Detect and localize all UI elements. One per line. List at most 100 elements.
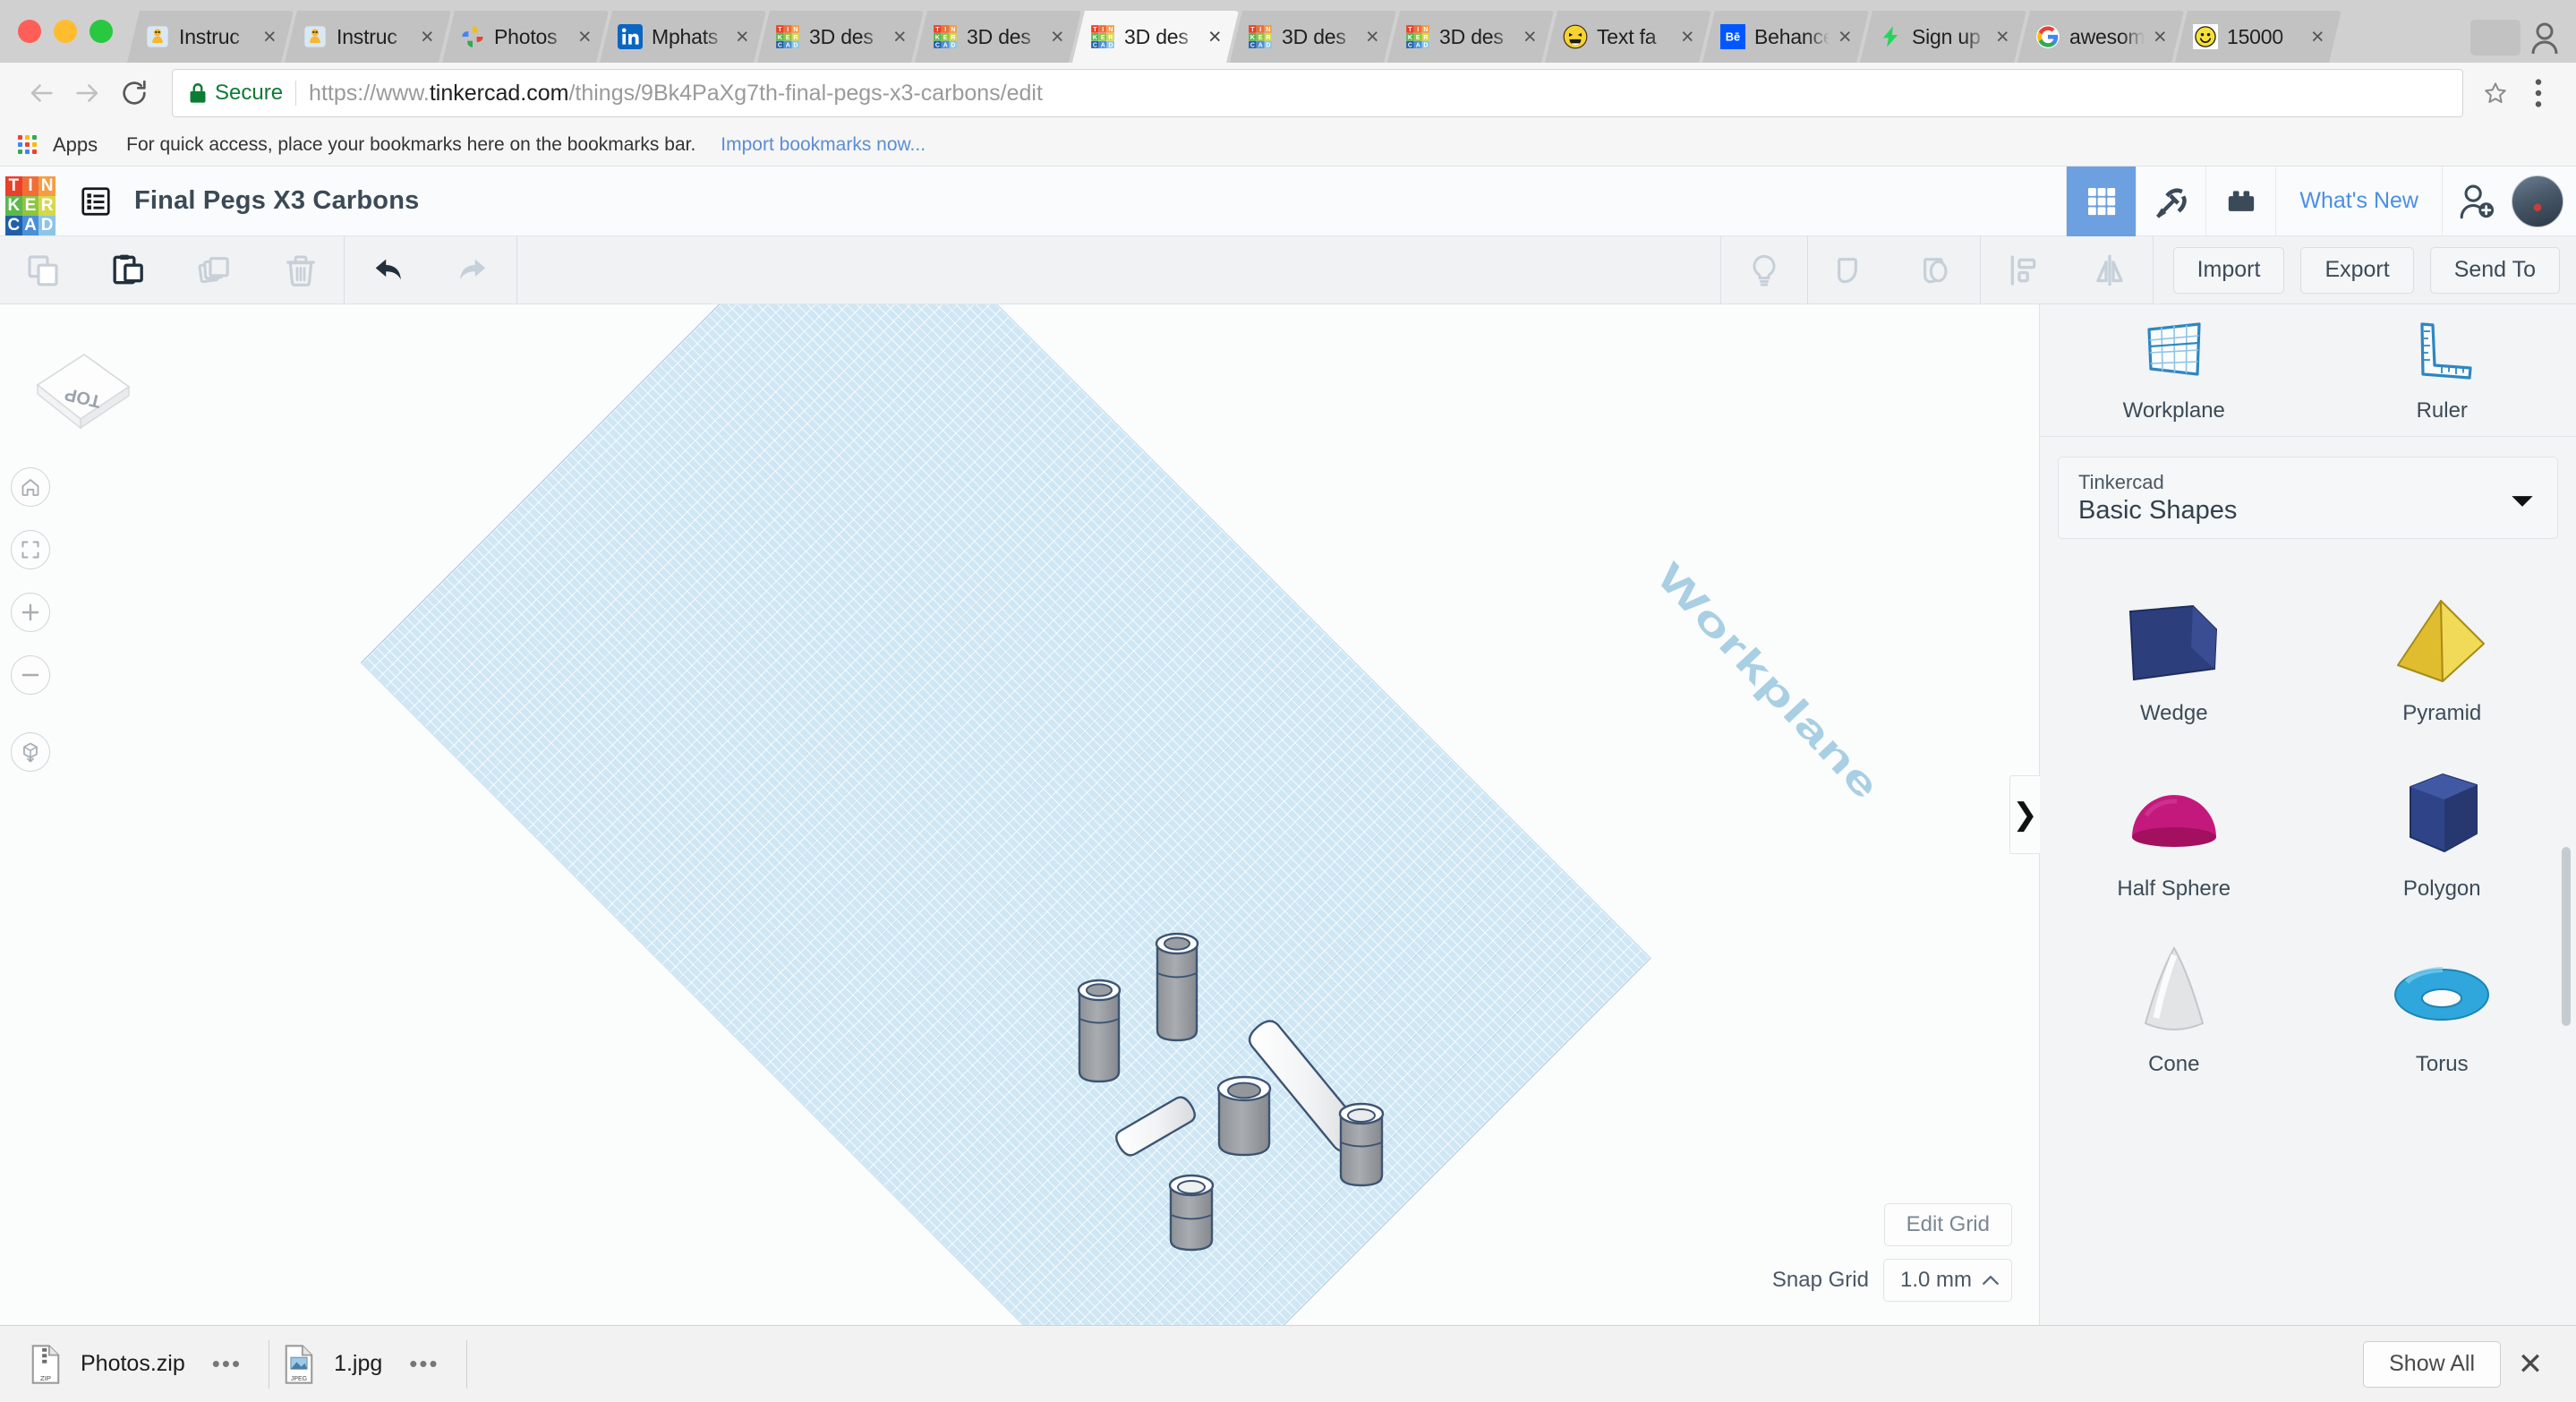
blocks-grid-icon[interactable] [2066,167,2136,236]
export-button[interactable]: Export [2300,247,2413,294]
browser-tab[interactable]: Text fa× [1545,11,1711,63]
download-item[interactable]: ZIP Photos.zip ••• [16,1326,269,1402]
browser-tab[interactable]: BēBehance× [1702,11,1869,63]
close-tab-button[interactable]: × [893,26,911,48]
browser-tab[interactable]: TINKERCAD3D des× [1387,11,1554,63]
browser-tab[interactable]: Instruc× [127,11,294,63]
sidebar-tool-workplane[interactable]: Workplane [2040,304,2308,436]
group-icon[interactable] [1808,236,1894,304]
download-menu-button-2[interactable]: ••• [382,1350,465,1378]
peg-back-right[interactable] [1156,934,1198,1040]
new-tab-button[interactable] [2470,20,2521,56]
apps-grid-icon[interactable] [18,135,37,154]
browser-tab[interactable]: Sign up× [1860,11,2026,63]
chevron-down-icon[interactable] [2511,494,2534,513]
browser-tab[interactable]: TINKERCAD3D des× [1072,11,1239,63]
browser-tab[interactable]: TINKERCAD3D des× [915,11,1081,63]
browser-tab[interactable]: Mphats× [600,11,766,63]
redo-icon[interactable] [431,236,516,304]
bookmark-star-icon[interactable] [2472,70,2519,116]
peg-center[interactable] [1218,1077,1270,1155]
import-button[interactable]: Import [2173,247,2285,294]
copy-icon[interactable] [0,236,86,304]
maximize-window-button[interactable] [90,20,113,43]
sidebar-scrollbar[interactable] [2562,847,2571,1026]
close-tab-button[interactable]: × [1208,26,1226,48]
shape-item-polygon[interactable]: Polygon [2308,743,2576,919]
page-title[interactable]: Final Pegs X3 Carbons [134,186,419,216]
3d-model-pegs[interactable] [1065,891,1441,1276]
shape-item-torus[interactable]: Torus [2308,919,2576,1094]
close-downloads-bar-button[interactable]: ✕ [2501,1346,2560,1382]
project-list-icon[interactable] [79,184,113,218]
workplane-grid[interactable] [362,304,1650,1325]
close-tab-button[interactable]: × [2154,26,2171,48]
whats-new-link[interactable]: What's New [2275,167,2442,236]
orthographic-toggle-button[interactable] [11,732,50,772]
pickaxe-icon[interactable] [2136,167,2205,236]
sidebar-tool-ruler[interactable]: Ruler [2308,304,2576,436]
mirror-icon[interactable] [2067,236,2153,304]
peg-front[interactable] [1170,1175,1213,1250]
browser-tab[interactable]: awesome× [2017,11,2184,63]
home-view-button[interactable] [11,467,50,507]
zoom-out-button[interactable] [11,655,50,695]
align-icon[interactable] [1981,236,2067,304]
lightbulb-icon[interactable] [1721,236,1807,304]
collapse-panel-button[interactable]: ❯ [2009,775,2040,854]
brick-icon[interactable] [2205,167,2275,236]
view-cube[interactable]: TOP [29,347,136,446]
minimize-window-button[interactable] [54,20,77,43]
shape-gallery[interactable]: Wedge Pyramid [2040,551,2576,1325]
duplicate-icon[interactable] [172,236,258,304]
address-bar[interactable]: Secure https://www.tinkercad.com/things/… [172,69,2463,117]
shape-item-wedge[interactable]: Wedge [2040,568,2308,743]
download-item-2[interactable]: JPEG 1.jpg ••• [269,1326,466,1402]
send-to-button[interactable]: Send To [2430,247,2560,294]
shape-item-pyramid[interactable]: Pyramid [2308,568,2576,743]
profile-avatar-icon[interactable] [2529,20,2560,56]
import-bookmarks-link[interactable]: Import bookmarks now... [721,134,925,156]
close-tab-button[interactable]: × [1366,26,1384,48]
undo-icon[interactable] [345,236,431,304]
close-window-button[interactable] [18,20,41,43]
browser-tab[interactable]: Photos× [442,11,609,63]
close-tab-button[interactable]: × [1838,26,1856,48]
peg-right[interactable] [1340,1104,1383,1185]
close-tab-button[interactable]: × [578,26,596,48]
peg-lying-left[interactable] [1116,1098,1195,1156]
shape-library-picker[interactable]: Tinkercad Basic Shapes [2058,457,2558,539]
browser-tab[interactable]: 15000× [2175,11,2341,63]
close-tab-button[interactable]: × [1523,26,1541,48]
reload-icon[interactable] [111,70,158,116]
site-security-chip[interactable]: Secure [189,81,296,106]
forward-icon[interactable] [64,70,111,116]
close-tab-button[interactable]: × [2311,26,2329,48]
browser-tab[interactable]: Instruc× [285,11,451,63]
close-tab-button[interactable]: × [421,26,439,48]
snap-grid-select[interactable]: 1.0 mm [1883,1259,2012,1302]
3d-viewport[interactable]: Workplane [0,304,2039,1325]
back-icon[interactable] [18,70,64,116]
download-menu-button[interactable]: ••• [185,1350,269,1378]
shape-item-cone[interactable]: Cone [2040,919,2308,1094]
close-tab-button[interactable]: × [1681,26,1699,48]
close-tab-button[interactable]: × [1996,26,2014,48]
close-tab-button[interactable]: × [1051,26,1069,48]
paste-icon[interactable] [86,236,172,304]
browser-tab[interactable]: TINKERCAD3D des× [1230,11,1396,63]
close-tab-button[interactable]: × [263,26,281,48]
add-user-icon[interactable] [2442,167,2512,236]
edit-grid-button[interactable]: Edit Grid [1884,1203,2012,1246]
tinkercad-logo[interactable]: TINKERCAD [5,176,55,227]
apps-label[interactable]: Apps [53,133,98,157]
show-all-downloads-button[interactable]: Show All [2363,1341,2501,1388]
browser-menu-icon[interactable] [2519,70,2558,116]
browser-tab[interactable]: TINKERCAD3D des× [757,11,924,63]
delete-icon[interactable] [258,236,344,304]
close-tab-button[interactable]: × [736,26,754,48]
avatar[interactable] [2512,175,2563,227]
shape-item-half-sphere[interactable]: Half Sphere [2040,743,2308,919]
fit-to-view-button[interactable] [11,530,50,569]
peg-back-left[interactable] [1079,980,1120,1081]
